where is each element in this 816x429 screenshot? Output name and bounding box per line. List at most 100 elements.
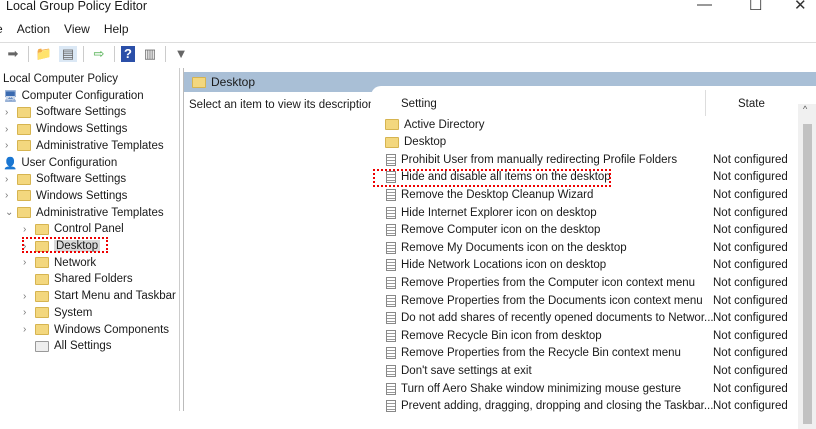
folder-icon [35, 324, 49, 335]
help-icon[interactable]: ? [121, 45, 135, 62]
chevron-right-icon[interactable]: › [23, 291, 35, 302]
folder-icon [385, 136, 399, 148]
up-folder-icon[interactable]: 📁 [35, 46, 53, 62]
minimize-button[interactable]: — [697, 0, 712, 13]
tree-item[interactable]: › Network [23, 255, 96, 271]
setting-name: Prohibit User from manually redirecting … [401, 153, 678, 166]
list-row[interactable]: Remove Properties from the Computer icon… [371, 274, 801, 291]
column-header-setting[interactable]: Setting [401, 98, 437, 110]
list-row[interactable]: Turn off Aero Shake window minimizing mo… [371, 380, 801, 397]
show-hide-tree-icon[interactable]: ▤ [59, 45, 77, 62]
tree-item[interactable]: Local Computer Policy [3, 71, 118, 87]
folder-icon [17, 140, 31, 152]
toolbar: ➡ 📁 ▤ ⇨ ? ▥ ▼ [0, 42, 816, 64]
tree-item[interactable]: › Start Menu and Taskbar [23, 288, 176, 304]
tree-item[interactable]: 🖥 Computer Configuration [3, 88, 144, 104]
tree-item[interactable]: › Windows Components [23, 322, 169, 338]
tree-item[interactable]: Shared Folders [23, 271, 133, 287]
separator [83, 45, 84, 62]
tree-item[interactable]: › Administrative Templates [5, 138, 164, 154]
tree-item-label: Windows Settings [36, 123, 128, 136]
column-header-state[interactable]: State [738, 98, 765, 110]
chevron-right-icon[interactable]: › [23, 224, 35, 235]
tree-item-label: All Settings [54, 340, 112, 353]
list-row[interactable]: Do not add shares of recently opened doc… [371, 310, 801, 327]
tree-item[interactable]: ⌄ Administrative Templates [5, 205, 164, 221]
setting-name: Remove Properties from the Documents ico… [401, 294, 703, 307]
separator [114, 45, 115, 62]
list-row[interactable]: Active Directory [371, 116, 801, 133]
policy-icon [386, 241, 396, 254]
tree-item[interactable]: › Control Panel [23, 221, 124, 237]
close-button[interactable]: ✕ [794, 0, 807, 14]
tree-item-label: Software Settings [36, 173, 127, 186]
chevron-right-icon[interactable]: › [5, 140, 17, 151]
description-text: Select an item to view its description. [189, 99, 378, 111]
list-row[interactable]: Remove Properties from the Recycle Bin c… [371, 345, 801, 362]
setting-state: Not configured [713, 400, 788, 413]
setting-state: Not configured [713, 153, 788, 166]
policy-icon [386, 259, 396, 272]
tree-item-label: Start Menu and Taskbar [54, 290, 176, 303]
setting-state: Not configured [713, 188, 788, 201]
tree-item[interactable]: › Windows Settings [5, 188, 127, 204]
tree-item-label: Windows Components [54, 323, 170, 336]
setting-state: Not configured [713, 224, 788, 237]
list-row[interactable]: Remove Recycle Bin icon from desktop Not … [371, 327, 801, 344]
chevron-right-icon[interactable]: › [5, 124, 17, 135]
folder-icon [385, 119, 399, 130]
tree-item[interactable]: All Settings [23, 338, 112, 354]
setting-name: Remove My Documents icon on the desktop [401, 241, 627, 254]
chevron-right-icon[interactable]: › [23, 307, 35, 318]
export-list-icon[interactable]: ⇨ [90, 46, 108, 62]
chevron-right-icon[interactable]: › [23, 257, 35, 268]
list-row[interactable]: Don't save settings at exit Not configure… [371, 362, 801, 379]
show-action-pane-icon[interactable]: ▥ [141, 46, 159, 62]
tree-item[interactable]: › System [23, 305, 92, 321]
policy-icon [386, 188, 396, 201]
forward-icon[interactable]: ➡ [4, 46, 22, 62]
details-pane: Desktop Select an item to view its descr… [183, 68, 816, 429]
filter-icon[interactable]: ▼ [172, 46, 190, 62]
list-row[interactable]: Hide Internet Explorer icon on desktop No… [371, 204, 801, 221]
setting-state: Not configured [713, 312, 788, 325]
menu-help[interactable]: Help [104, 22, 129, 36]
tree-item[interactable]: › Software Settings [5, 104, 126, 120]
list-row[interactable]: Remove My Documents icon on the desktop N… [371, 239, 801, 256]
chevron-right-icon[interactable]: › [5, 190, 17, 201]
chevron-right-icon[interactable]: › [5, 174, 17, 185]
setting-name: Remove Recycle Bin icon from desktop [401, 329, 602, 342]
tree-item-label: Local Computer Policy [3, 73, 119, 85]
list-row[interactable]: Prohibit User from manually redirecting … [371, 151, 801, 168]
chevron-right-icon[interactable]: › [23, 324, 35, 335]
folder-icon [17, 207, 31, 219]
list-row[interactable]: Prevent adding, dragging, dropping and c… [371, 398, 801, 415]
menu-view[interactable]: View [64, 22, 90, 36]
highlight-desktop-node [22, 237, 108, 253]
scrollbar-thumb[interactable] [803, 124, 812, 424]
tree-item[interactable]: › Windows Settings [5, 121, 127, 137]
maximize-button[interactable]: ☐ [749, 0, 762, 14]
list-row[interactable]: Desktop [371, 134, 801, 151]
menu-file[interactable]: e [0, 22, 3, 36]
setting-name: Turn off Aero Shake window minimizing mo… [401, 382, 681, 395]
folder-icon [17, 123, 31, 135]
folder-icon [35, 290, 49, 302]
list-row[interactable]: Remove Computer icon on the desktop Not c… [371, 222, 801, 239]
menu-action[interactable]: Action [17, 22, 50, 36]
chevron-right-icon[interactable]: › [5, 107, 17, 118]
list-row[interactable]: Remove Properties from the Documents ico… [371, 292, 801, 309]
tree-item[interactable]: › Software Settings [5, 171, 126, 187]
separator [165, 45, 166, 62]
policy-icon [386, 400, 396, 413]
scroll-up-icon[interactable]: ^ [803, 104, 807, 114]
tree-item-label: User Configuration [21, 156, 118, 169]
list-row[interactable]: Hide Network Locations icon on desktop No… [371, 257, 801, 274]
tree-item[interactable]: 👤 User Configuration [3, 155, 117, 171]
column-divider [705, 90, 706, 116]
list-row[interactable]: Remove the Desktop Cleanup Wizard Not con… [371, 186, 801, 203]
highlight-hide-desktop-items [373, 169, 611, 187]
setting-name: Remove Properties from the Computer icon… [401, 276, 696, 289]
setting-state: Not configured [713, 294, 788, 307]
chevron-down-icon[interactable]: ⌄ [5, 207, 17, 218]
